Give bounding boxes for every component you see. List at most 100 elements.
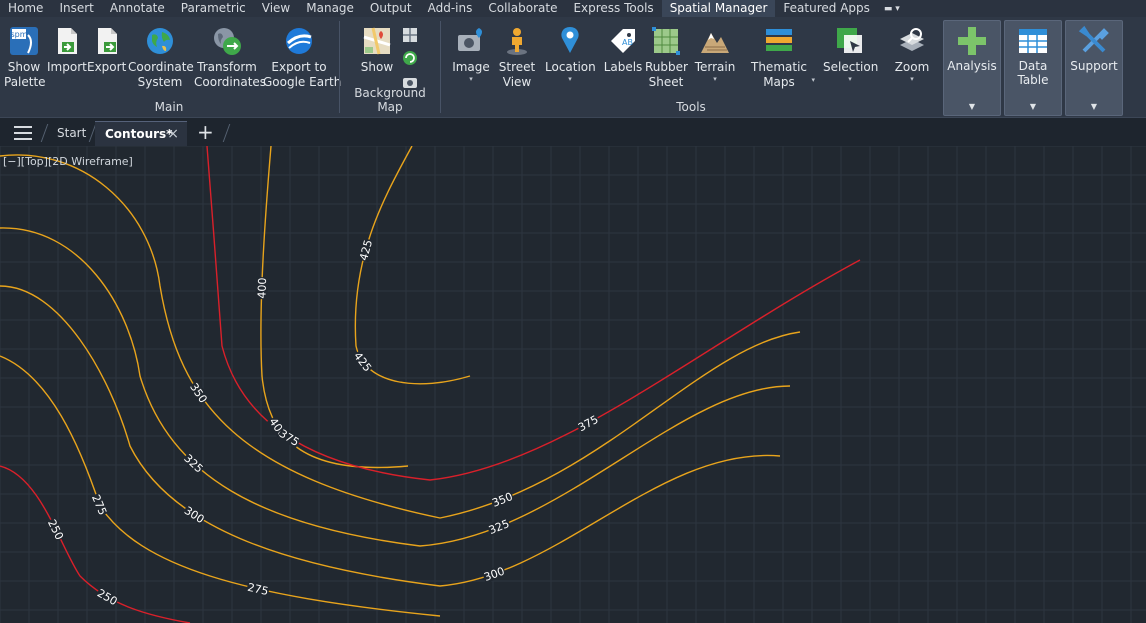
background-map-panel: Show Background Map [340,17,440,117]
contour-label: 400 [255,277,269,298]
menu-annotate[interactable]: Annotate [102,0,173,17]
support-tools-icon [1078,25,1109,53]
menu-home[interactable]: Home [0,0,51,17]
svg-text:AB: AB [622,38,633,47]
image-tool-label: Image [452,60,490,74]
coordinate-system-label-1: Coordinate [128,60,194,74]
menu-output[interactable]: Output [362,0,420,17]
menu-add-ins[interactable]: Add-ins [420,0,481,17]
labels-label: Labels [603,60,643,74]
ribbon: spm Show Palette Import Export Coordinat… [0,17,1146,117]
data-table-icon [1019,29,1047,53]
analysis-button[interactable]: Analysis ▼ [943,20,1001,116]
image-tool-button[interactable]: Image ▾ [451,25,491,83]
ribbon-options-icon[interactable]: ▬ ▾ [878,4,906,14]
chevron-down-icon: ▾ [910,75,914,83]
tab-contours[interactable]: Contours* × [95,121,187,146]
menu-express-tools[interactable]: Express Tools [565,0,661,17]
show-background-map-label: Show [360,60,394,74]
menu-parametric[interactable]: Parametric [173,0,254,17]
chevron-down-icon: ▾ [848,75,852,83]
transform-globe-icon [214,28,241,55]
rubber-sheet-button[interactable]: Rubber Sheet [645,25,688,90]
export-google-earth-button[interactable]: Export to Google Earth [263,25,341,90]
zoom-label: Zoom [894,60,930,74]
menu-insert[interactable]: Insert [51,0,101,17]
contour-labels: 4004004254253753753503503253253003002752… [45,237,601,608]
map-refresh-icon[interactable] [402,50,418,66]
new-tab-icon[interactable]: + [197,120,214,144]
thematic-maps-icon [766,29,792,51]
terrain-button[interactable]: Terrain ▾ [693,25,737,83]
menu-collaborate[interactable]: Collaborate [480,0,565,17]
street-view-button[interactable]: Street View [497,25,537,90]
chevron-down-icon: ▾ [568,75,572,83]
coordinate-system-button[interactable]: Coordinate System [128,25,194,90]
zoom-button[interactable]: Zoom ▾ [891,25,933,83]
support-button[interactable]: Support ▼ [1065,20,1123,116]
street-view-label-2: View [502,75,532,89]
menu-featured-apps[interactable]: Featured Apps [775,0,877,17]
street-view-icon [507,28,527,55]
labels-icon: AB [611,29,635,53]
svg-text:spm: spm [10,30,27,39]
contour-lines [0,146,861,623]
show-background-map-button[interactable]: Show [358,25,396,75]
contour-label: 350 [187,381,210,406]
coordinate-system-label-2: System [137,75,183,89]
street-view-label-1: Street [498,60,536,74]
chevron-down-icon: ▼ [1029,102,1037,111]
google-earth-icon [286,28,312,54]
contour-line-375[interactable] [206,146,861,481]
thematic-maps-button[interactable]: Thematic Maps ▾ [749,25,815,90]
viewport-label[interactable]: [−][Top][2D Wireframe] [3,155,133,168]
document-tab-bar: Start Contours* × + [0,117,1146,146]
contour-line-350[interactable] [0,154,801,519]
contour-label: 425 [357,238,375,262]
menu-view[interactable]: View [254,0,298,17]
export-google-earth-label-2: Google Earth [263,75,342,89]
transform-coordinates-button[interactable]: Transform Coordinates [194,25,266,90]
tab-start[interactable]: Start [57,121,86,146]
tools-panel-title: Tools [676,100,706,114]
contour-line-425[interactable] [354,146,471,385]
selection-button[interactable]: Selection ▾ [823,25,878,83]
hamburger-menu-icon[interactable] [14,126,32,140]
terrain-label: Terrain [694,60,736,74]
data-table-label: Data Table [1017,59,1049,87]
support-label: Support [1070,59,1118,73]
transform-coordinates-label-2: Coordinates [194,75,267,89]
selection-icon [837,28,862,53]
chevron-down-icon: ▼ [1090,102,1098,111]
labels-button[interactable]: AB Labels [603,25,643,75]
map-grid-icon[interactable] [402,27,418,43]
contour-label: 375 [277,427,302,449]
contour-line-275[interactable] [0,355,441,617]
menu-manage[interactable]: Manage [298,0,362,17]
contour-drawing[interactable]: 4004004254253753753503503253253003002752… [0,146,1146,623]
drawing-canvas[interactable]: 400 400 425 425 375 375 350 350 325 325 300 300 275 2… [0,146,1146,623]
terrain-icon [701,33,729,53]
show-palette-button[interactable]: spm Show Palette [4,25,46,90]
contour-label: 350 [490,490,514,510]
export-google-earth-label-1: Export to [271,60,327,74]
export-label: Export [87,60,127,74]
data-table-button[interactable]: Data Table ▼ [1004,20,1062,116]
tab-separator [40,124,49,142]
location-label: Location [545,60,596,74]
contour-line-400[interactable] [260,146,409,469]
contour-line-325[interactable] [0,227,791,547]
import-button[interactable]: Import [47,25,87,75]
close-icon[interactable]: × [167,122,179,147]
rubber-sheet-icon [652,27,680,55]
export-button[interactable]: Export [87,25,127,75]
tools-panel: Image ▾ Street View Location ▾ AB Labels… [441,17,941,117]
menu-spatial-manager[interactable]: Spatial Manager [661,0,776,17]
globe-icon [147,28,173,54]
location-button[interactable]: Location ▾ [545,25,596,83]
tab-separator [222,124,231,142]
zoom-icon [900,28,924,51]
import-icon [58,28,77,54]
thematic-maps-label-2: Maps [763,75,795,89]
image-camera-icon [458,28,482,51]
